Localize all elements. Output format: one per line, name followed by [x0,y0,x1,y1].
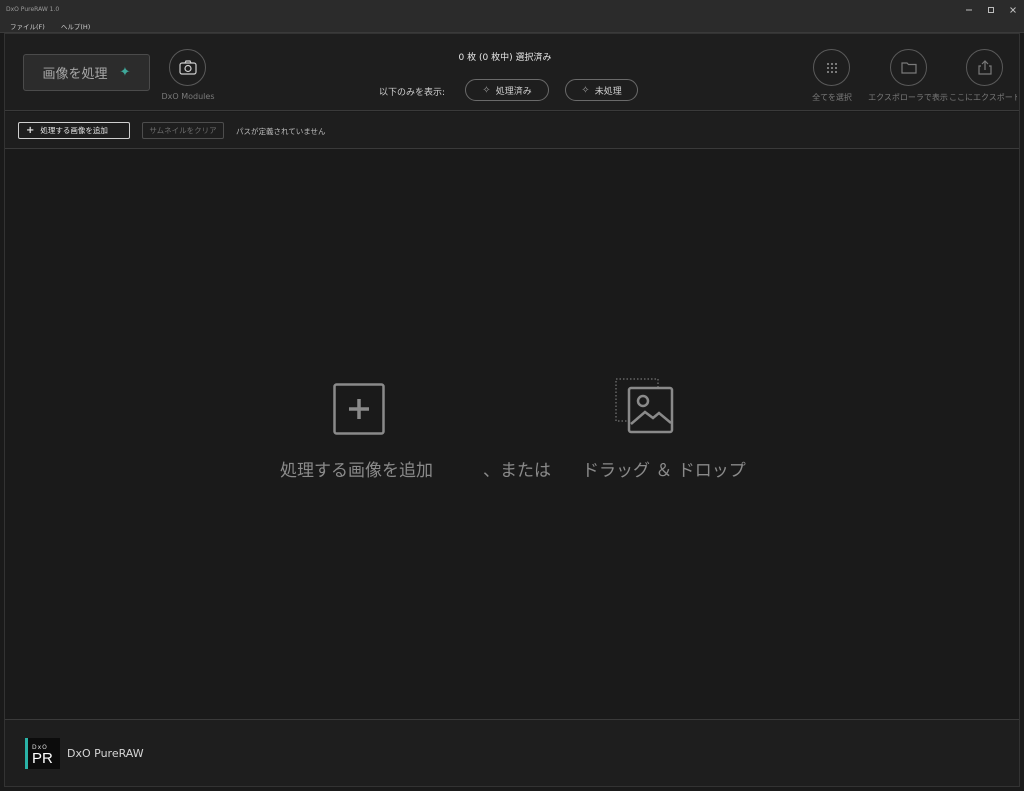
show-in-explorer-label: エクスポローラで表示 [868,93,948,102]
add-image-icon[interactable] [333,383,385,435]
title-bar: DxO PureRAW 1.0 [0,0,1024,19]
select-all-button[interactable] [813,49,850,86]
drag-drop-image-icon [615,378,674,434]
folder-icon [900,62,917,74]
export-here-button[interactable] [966,49,1003,86]
image-drop-zone[interactable]: 処理する画像を追加 、または ドラッグ ＆ ドロップ [5,150,1019,718]
maximize-icon [988,6,994,13]
grid-icon [826,62,837,73]
logo-main-text: PR [32,750,53,767]
add-images-link[interactable]: 処理する画像を追加 [280,456,433,481]
menu-bar: ファイル(F) ヘルプ(H) [0,19,1024,33]
filter-processed-label: 処理済み [495,86,532,97]
app-window: 画像を処理 ✦ DxO Modules 0 枚 (0 枚中) 選択済み 以下のみ… [4,33,1020,787]
top-toolbar: 画像を処理 ✦ DxO Modules 0 枚 (0 枚中) 選択済み 以下のみ… [5,34,1019,111]
add-images-button[interactable]: + 処理する画像を追加 [18,122,130,139]
selection-count: 0 枚 (0 枚中) 選択済み [458,53,552,63]
process-images-button[interactable]: 画像を処理 ✦ [23,54,150,91]
camera-icon [178,60,197,75]
clear-thumbnails-label: サムネイルをクリア [149,126,217,135]
filter-unprocessed-label: 未処理 [594,86,622,97]
add-images-label: 処理する画像を追加 [40,126,108,135]
process-images-label: 画像を処理 [42,67,108,82]
dxo-modules-label: DxO Modules [161,92,215,101]
drag-drop-text: ドラッグ ＆ ドロップ [582,461,746,481]
close-icon [1010,6,1016,13]
filter-label: 以下のみを表示: [379,88,446,98]
sparkle-outline-icon: ✧ [482,84,491,96]
export-here-label: ここにエクスポート... [949,93,1017,102]
show-in-explorer-button[interactable] [890,49,927,86]
app-name: DxO PureRAW [67,747,144,760]
filter-unprocessed-button[interactable]: ✧ 未処理 [565,79,638,101]
plus-icon: + [26,125,35,136]
clear-thumbnails-button[interactable]: サムネイルをクリア [142,122,224,139]
sparkle-outline-icon: ✧ [581,84,590,96]
select-all-label: 全てを選択 [812,93,852,102]
menu-file[interactable]: ファイル(F) [0,21,51,31]
export-icon [977,60,992,75]
maximize-button[interactable] [980,0,1002,19]
path-status: パスが定義されていません [236,127,326,136]
dxo-modules-button[interactable] [169,49,206,86]
pureraw-logo: DxO PR [25,738,60,769]
footer: DxO PR DxO PureRAW [5,719,1019,786]
window-title: DxO PureRAW 1.0 [6,6,60,13]
minimize-button[interactable] [958,0,980,19]
minimize-icon [966,9,972,10]
close-button[interactable] [1002,0,1024,19]
sparkle-icon: ✦ [119,65,131,80]
menu-help[interactable]: ヘルプ(H) [51,21,96,31]
filter-processed-button[interactable]: ✧ 処理済み [465,79,549,101]
or-text: 、または [483,461,551,481]
secondary-toolbar: + 処理する画像を追加 サムネイルをクリア パスが定義されていません [5,112,1019,149]
